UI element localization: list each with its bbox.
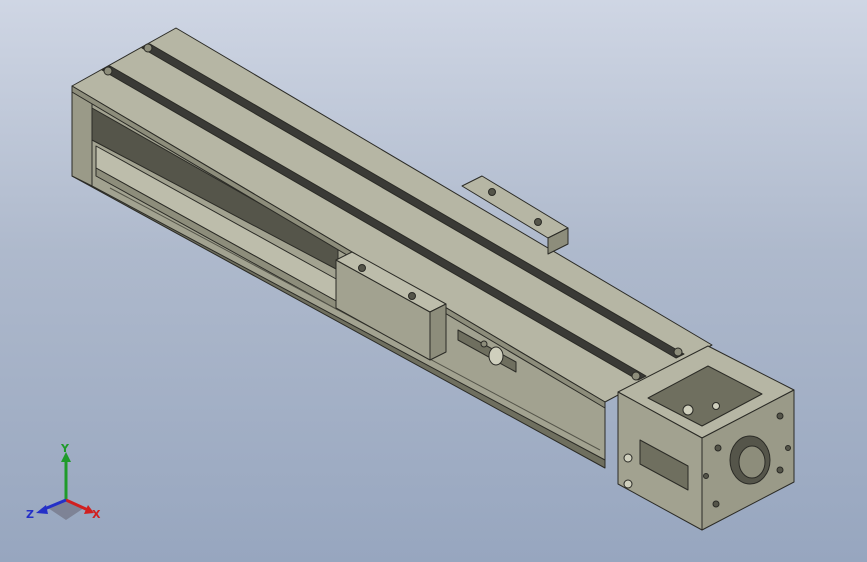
orientation-triad[interactable]: Y X Z xyxy=(26,444,106,524)
triad-z-label: Z xyxy=(26,508,34,521)
screw-icon xyxy=(143,43,153,53)
motor-bore-inner xyxy=(738,445,766,479)
mount-hole-icon xyxy=(712,500,720,508)
mount-hole-icon xyxy=(776,466,784,474)
side-screw-icon xyxy=(623,453,633,463)
cad-viewport[interactable]: Y X Z xyxy=(0,0,867,562)
screw-icon xyxy=(631,371,641,381)
carriage-hole-icon xyxy=(358,264,366,272)
inner-screw-icon xyxy=(712,402,720,410)
mount-hole-icon xyxy=(776,412,784,420)
triad-base-shadow xyxy=(48,500,84,520)
inner-screw-icon xyxy=(682,404,694,416)
bracket-hole-icon xyxy=(534,218,542,226)
coupler-roller xyxy=(488,346,504,366)
screw-icon xyxy=(673,347,683,357)
bracket-hole-icon xyxy=(488,188,496,196)
triad-z-arrow xyxy=(36,505,48,514)
mount-hole-icon xyxy=(714,444,722,452)
carriage-side xyxy=(429,303,447,361)
mount-hole-icon xyxy=(785,445,791,451)
linear-actuator-model[interactable] xyxy=(0,0,867,562)
screw-icon xyxy=(103,66,113,76)
mount-hole-icon xyxy=(703,473,709,479)
side-screw-icon xyxy=(623,479,633,489)
triad-y-label: Y xyxy=(60,444,70,455)
triad-x-label: X xyxy=(92,508,101,521)
carriage-hole-icon xyxy=(408,292,416,300)
coupler-screw-icon xyxy=(480,340,488,348)
